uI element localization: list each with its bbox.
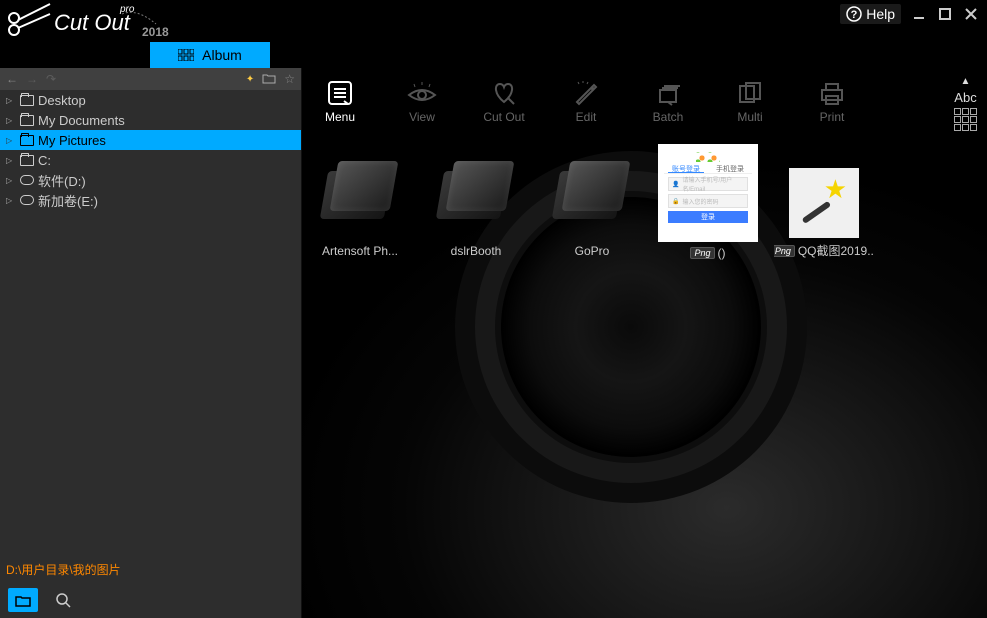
tool-batch[interactable]: Batch xyxy=(642,76,694,124)
tree-label: Desktop xyxy=(38,93,86,108)
svg-text:2018: 2018 xyxy=(142,25,169,39)
chevron-right-icon: ▷ xyxy=(6,136,16,145)
tool-label: Edit xyxy=(576,110,597,124)
help-label: Help xyxy=(866,6,895,22)
tree-label: 新加卷(E:) xyxy=(38,191,98,210)
png-badge: Png xyxy=(690,247,714,259)
view-folder-button[interactable] xyxy=(8,588,38,612)
search-button[interactable] xyxy=(48,588,78,612)
tree-label: My Pictures xyxy=(38,133,106,148)
tree-item-mydocuments[interactable]: ▷ My Documents xyxy=(0,110,301,130)
folder-tree: ▷ Desktop ▷ My Documents ▷ My Pictures ▷… xyxy=(0,90,301,210)
gallery: Artensoft Ph... dslrBooth GoPro 账号登录手机登录… xyxy=(302,140,987,260)
new-folder-plus-icon[interactable]: ✦ xyxy=(246,74,254,85)
favorite-icon[interactable]: ☆ xyxy=(284,72,295,86)
item-label: Png () xyxy=(658,246,758,260)
tree-item-mypictures[interactable]: ▷ My Pictures xyxy=(0,130,301,150)
folder-icon xyxy=(20,155,34,166)
grid-icon xyxy=(178,49,194,61)
folder-icon xyxy=(320,157,400,227)
multi-icon xyxy=(736,76,764,110)
tree-label: C: xyxy=(38,153,51,168)
tool-print[interactable]: Print xyxy=(806,76,858,124)
tool-cutout[interactable]: Cut Out xyxy=(478,76,530,124)
gallery-folder[interactable]: GoPro xyxy=(542,144,642,258)
eye-icon xyxy=(407,76,437,110)
thumbnail: 账号登录手机登录 👤请输入手机号/用户名/Email 🔒输入您的密码 登录 xyxy=(658,144,758,242)
gallery-image[interactable]: 账号登录手机登录 👤请输入手机号/用户名/Email 🔒输入您的密码 登录 Pn… xyxy=(658,144,758,260)
tree-item-e[interactable]: ▷ 新加卷(E:) xyxy=(0,190,301,210)
chevron-right-icon: ▷ xyxy=(6,96,16,105)
view-controls: ▲ Abc xyxy=(954,76,977,131)
folder-icon xyxy=(436,157,516,227)
tool-label: View xyxy=(409,110,435,124)
content-area: Menu View Cut Out Edit xyxy=(302,68,987,618)
item-label: Artensoft Ph... xyxy=(310,244,410,258)
item-label: Png QQ截图2019... xyxy=(774,242,874,259)
folder-icon xyxy=(20,115,34,126)
sidebar: ← → ↷ ✦ ☆ ▷ Desktop ▷ My Documents ▷ xyxy=(0,68,302,618)
folder-icon xyxy=(552,157,632,227)
edit-icon xyxy=(573,76,599,110)
svg-text:pro: pro xyxy=(119,4,135,15)
tabs-bar: Album xyxy=(0,42,987,68)
tree-label: My Documents xyxy=(38,113,125,128)
folder-icon xyxy=(20,95,34,106)
tool-menu[interactable]: Menu xyxy=(314,76,366,124)
tool-label: Print xyxy=(820,110,845,124)
svg-text:?: ? xyxy=(851,9,858,21)
minimize-button[interactable] xyxy=(911,6,927,22)
tool-label: Multi xyxy=(737,110,762,124)
gallery-folder[interactable]: Artensoft Ph... xyxy=(310,144,410,258)
heart-icon xyxy=(490,76,518,110)
tab-album-label: Album xyxy=(202,47,242,63)
nav-forward-icon[interactable]: → xyxy=(26,72,38,86)
item-label: GoPro xyxy=(542,244,642,258)
chevron-right-icon: ▷ xyxy=(6,116,16,125)
collapse-up-icon[interactable]: ▲ xyxy=(961,76,971,87)
current-path: D:\用户目录\我的图片 xyxy=(0,557,301,582)
main-toolbar: Menu View Cut Out Edit xyxy=(302,68,987,140)
gallery-image[interactable]: Png QQ截图2019... xyxy=(774,144,874,259)
png-badge: Png xyxy=(774,245,795,257)
tab-album[interactable]: Album xyxy=(150,42,270,68)
tree-item-d[interactable]: ▷ 软件(D:) xyxy=(0,170,301,190)
app-logo: Cut Out pro 2018 xyxy=(0,0,182,42)
batch-icon xyxy=(654,76,682,110)
drive-icon xyxy=(20,175,34,185)
sort-abc-button[interactable]: Abc xyxy=(954,90,976,105)
tool-multi[interactable]: Multi xyxy=(724,76,776,124)
drive-icon xyxy=(20,195,34,205)
tool-edit[interactable]: Edit xyxy=(560,76,612,124)
tool-label: Cut Out xyxy=(483,110,524,124)
chevron-right-icon: ▷ xyxy=(6,156,16,165)
print-icon xyxy=(818,76,846,110)
tool-view[interactable]: View xyxy=(396,76,448,124)
grid-view-button[interactable] xyxy=(954,108,977,131)
tool-label: Batch xyxy=(653,110,684,124)
menu-icon xyxy=(326,76,354,110)
tree-label: 软件(D:) xyxy=(38,171,86,190)
help-button[interactable]: ? Help xyxy=(840,4,901,24)
nav-back-icon[interactable]: ← xyxy=(6,72,18,86)
gallery-folder[interactable]: dslrBooth xyxy=(426,144,526,258)
titlebar: Cut Out pro 2018 ? Help xyxy=(0,0,987,42)
new-folder-icon[interactable] xyxy=(262,72,276,87)
thumbnail xyxy=(789,168,859,238)
tree-item-c[interactable]: ▷ C: xyxy=(0,150,301,170)
folder-icon xyxy=(20,135,34,146)
tool-label: Menu xyxy=(325,110,355,124)
tree-item-desktop[interactable]: ▷ Desktop xyxy=(0,90,301,110)
item-label: dslrBooth xyxy=(426,244,526,258)
chevron-right-icon: ▷ xyxy=(6,176,16,185)
close-button[interactable] xyxy=(963,6,979,22)
sidebar-bottom-bar xyxy=(0,582,301,618)
sidebar-toolbar: ← → ↷ ✦ ☆ xyxy=(0,68,301,90)
maximize-button[interactable] xyxy=(937,6,953,22)
wand-icon xyxy=(789,168,859,238)
nav-up-icon[interactable]: ↷ xyxy=(46,72,56,86)
chevron-right-icon: ▷ xyxy=(6,196,16,205)
